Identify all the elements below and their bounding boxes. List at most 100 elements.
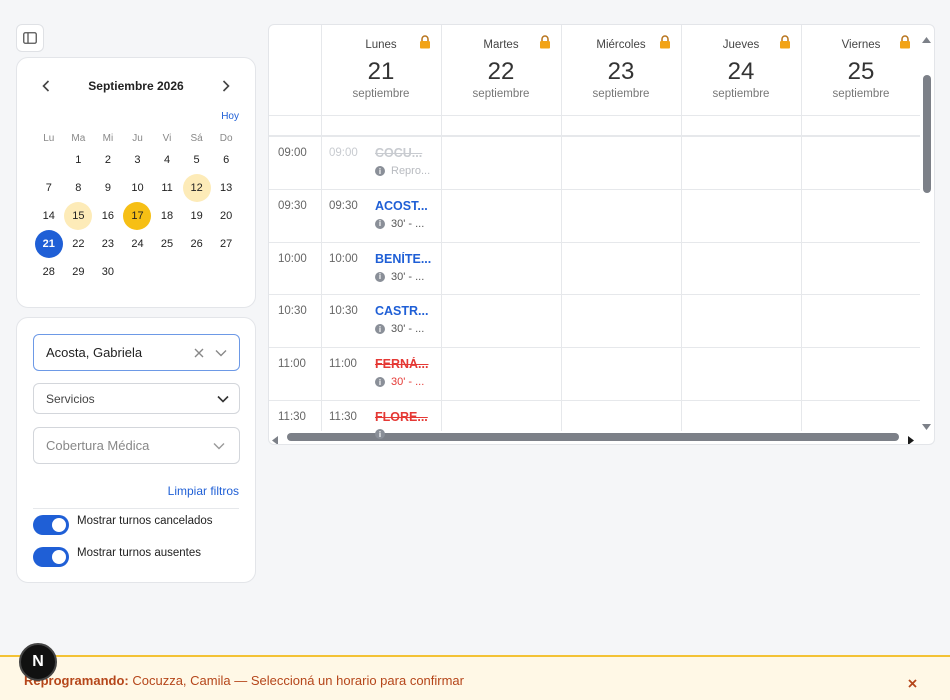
day-month: septiembre bbox=[592, 88, 650, 100]
calendar-empty-cell bbox=[123, 258, 153, 286]
calendar-day[interactable]: 2 bbox=[93, 146, 123, 174]
coverage-select[interactable]: Cobertura Médica bbox=[33, 427, 240, 464]
sidebar-toggle-button[interactable] bbox=[16, 24, 44, 52]
scroll-right-arrow[interactable] bbox=[908, 432, 914, 444]
clear-icon[interactable] bbox=[191, 345, 207, 361]
calendar-day[interactable]: 12 bbox=[182, 174, 212, 202]
appointment-detail-text: 30' - ... bbox=[391, 376, 425, 389]
info-icon: i bbox=[375, 377, 385, 388]
show-cancelled-toggle[interactable] bbox=[33, 515, 69, 535]
calendar-day[interactable]: 10 bbox=[123, 174, 153, 202]
weekday-label: Do bbox=[219, 132, 233, 144]
appointment-patient[interactable]: ACOST... bbox=[375, 199, 437, 213]
clear-filters-link[interactable]: Limpiar filtros bbox=[168, 484, 239, 498]
day-header[interactable]: Miércoles 23 septiembre bbox=[561, 25, 681, 115]
calendar-day[interactable]: 24 bbox=[123, 230, 153, 258]
services-select[interactable]: Servicios bbox=[33, 383, 240, 414]
calendar-day[interactable]: 29 bbox=[64, 258, 94, 286]
professional-select[interactable]: Acosta, Gabriela bbox=[33, 334, 240, 371]
calendar-day[interactable]: 23 bbox=[93, 230, 123, 258]
show-absent-toggle[interactable] bbox=[33, 547, 69, 567]
chevron-down-icon bbox=[215, 391, 231, 407]
calendar-day[interactable]: 7 bbox=[34, 174, 64, 202]
calendar-empty-cell bbox=[182, 258, 212, 286]
calendar-day[interactable]: 28 bbox=[34, 258, 64, 286]
calendar-day-number: 4 bbox=[163, 154, 171, 166]
calendar-day[interactable]: 4 bbox=[152, 146, 182, 174]
appointment-detail-text: 30' - ... bbox=[391, 270, 425, 283]
calendar-day-number: 9 bbox=[104, 182, 111, 194]
calendar-day[interactable]: 13 bbox=[211, 174, 241, 202]
calendar-day-number: 18 bbox=[160, 210, 174, 222]
time-label: 09:00 bbox=[278, 147, 307, 159]
calendar-day[interactable]: 21 bbox=[34, 230, 64, 258]
calendar-day[interactable]: 30 bbox=[93, 258, 123, 286]
lock-icon bbox=[660, 35, 670, 49]
appointment-patient[interactable]: FERNÁ... bbox=[375, 357, 437, 371]
calendar-day-number: 11 bbox=[161, 182, 173, 194]
calendar-day[interactable]: 15 bbox=[64, 202, 94, 230]
day-header[interactable]: Viernes 25 septiembre bbox=[801, 25, 921, 115]
calendar-day-number: 22 bbox=[72, 238, 85, 250]
vertical-scrollbar-thumb[interactable] bbox=[923, 75, 931, 193]
time-label: 11:00 bbox=[278, 358, 306, 371]
calendar-day[interactable]: 19 bbox=[182, 202, 212, 230]
day-number: 24 bbox=[727, 58, 755, 85]
calendar-day[interactable]: 11 bbox=[152, 174, 182, 202]
calendar-day[interactable]: 26 bbox=[182, 230, 212, 258]
calendar-day[interactable]: 27 bbox=[211, 230, 241, 258]
scroll-up-arrow[interactable] bbox=[922, 30, 931, 48]
calendar-week: 28 29 30 bbox=[34, 258, 241, 286]
time-label: 10:30 bbox=[278, 305, 307, 318]
day-number: 23 bbox=[607, 58, 635, 85]
calendar-day[interactable]: 20 bbox=[211, 202, 241, 230]
appointment-patient[interactable]: COCU... bbox=[375, 146, 437, 160]
next-month-button[interactable] bbox=[216, 76, 236, 96]
close-banner-button[interactable] bbox=[908, 675, 917, 693]
day-header[interactable]: Lunes 21 septiembre bbox=[321, 25, 441, 115]
time-label: 10:00 bbox=[278, 252, 307, 265]
calendar-day[interactable]: 22 bbox=[64, 230, 94, 258]
show-absent-label: Mostrar turnos ausentes bbox=[77, 547, 202, 559]
calendar-day-number: 21 bbox=[34, 230, 63, 258]
calendar-day[interactable]: 8 bbox=[64, 174, 94, 202]
appointment-patient[interactable]: FLORE... bbox=[375, 410, 437, 424]
appointment-detail-text: Repro... bbox=[391, 165, 431, 177]
info-icon: i bbox=[375, 218, 385, 229]
calendar-day-number: 16 bbox=[101, 210, 115, 222]
calendar-day-number: 2 bbox=[104, 154, 111, 166]
calendar-day-number: 29 bbox=[72, 266, 85, 278]
appointment-patient[interactable]: CASTR... bbox=[375, 304, 437, 318]
calendar-day-number: 3 bbox=[134, 154, 141, 166]
calendar-day[interactable]: 3 bbox=[123, 146, 153, 174]
calendar-day[interactable]: 6 bbox=[211, 146, 241, 174]
calendar-day-number: 19 bbox=[190, 210, 203, 222]
calendar-day[interactable]: 17 bbox=[123, 202, 153, 230]
calendar-day[interactable]: 18 bbox=[152, 202, 182, 230]
calendar-grid: Lu Ma Mi Ju Vi Sá Do 1 2 3 4 5 6 7 8 9 10 11 12 13 14 15 16 17 1… bbox=[34, 130, 241, 286]
today-link[interactable]: Hoy bbox=[221, 111, 239, 122]
calendar-day[interactable]: 1 bbox=[64, 146, 94, 174]
calendar-day[interactable]: 14 bbox=[34, 202, 64, 230]
calendar-day-number: 27 bbox=[220, 238, 233, 250]
calendar-day[interactable]: 25 bbox=[152, 230, 182, 258]
sidebar-panel-icon bbox=[23, 32, 37, 44]
info-icon: i bbox=[375, 324, 385, 335]
appointment-detail: i Repro... bbox=[375, 165, 430, 177]
calendar-day-number: 6 bbox=[223, 154, 230, 166]
day-number: 22 bbox=[487, 58, 515, 85]
dev-tools-badge[interactable]: N bbox=[19, 643, 57, 681]
scroll-left-arrow[interactable] bbox=[272, 432, 278, 444]
calendar-day[interactable]: 5 bbox=[182, 146, 212, 174]
calendar-day-number: 30 bbox=[101, 266, 115, 278]
mini-calendar: Septiembre 2026 Hoy Lu Ma Mi Ju Vi Sá Do 1 2 3 4 5 6… bbox=[16, 57, 256, 308]
calendar-day[interactable]: 16 bbox=[93, 202, 123, 230]
calendar-day-number: 26 bbox=[190, 238, 203, 250]
slot-time: 10:00 bbox=[329, 252, 358, 265]
lock-icon bbox=[420, 35, 430, 49]
day-header[interactable]: Martes 22 septiembre bbox=[441, 25, 561, 115]
calendar-day[interactable]: 9 bbox=[93, 174, 123, 202]
day-header[interactable]: Jueves 24 septiembre bbox=[681, 25, 801, 115]
scroll-down-arrow[interactable] bbox=[922, 417, 931, 435]
appointment-patient[interactable]: BENÍTE... bbox=[375, 252, 437, 266]
